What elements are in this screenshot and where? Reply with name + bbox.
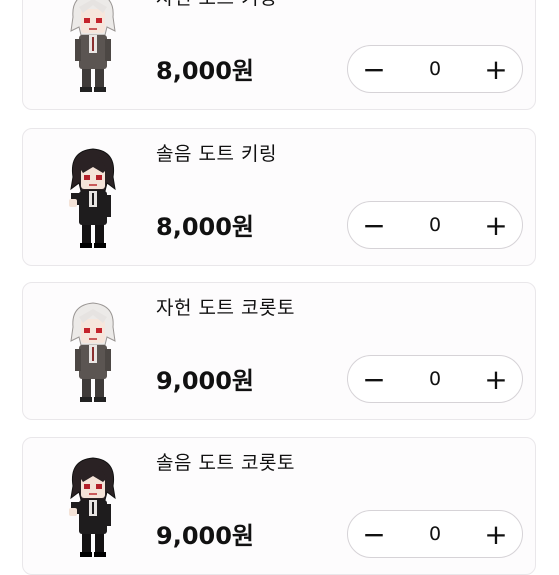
plus-icon: + xyxy=(484,52,508,86)
increase-button[interactable]: + xyxy=(472,356,520,402)
product-thumbnail-white-hair-character xyxy=(59,297,127,407)
plus-icon: + xyxy=(484,517,508,551)
minus-icon: − xyxy=(362,362,386,396)
product-card: 솔음 도트 코롯토 9,000원 − 0 + xyxy=(22,437,536,575)
quantity-stepper: − 0 + xyxy=(347,201,523,249)
increase-button[interactable]: + xyxy=(472,511,520,557)
product-card: 자헌 도트 코롯토 9,000원 − 0 + xyxy=(22,282,536,420)
quantity-stepper: − 0 + xyxy=(347,45,523,93)
product-thumbnail-black-hair-character xyxy=(59,143,127,253)
decrease-button[interactable]: − xyxy=(350,356,398,402)
product-thumbnail-white-hair-character xyxy=(59,0,127,97)
decrease-button[interactable]: − xyxy=(350,46,398,92)
product-name: 자헌 도트 키링 xyxy=(156,0,277,10)
product-price: 9,000원 xyxy=(156,522,254,550)
product-price: 8,000원 xyxy=(156,213,254,241)
product-name: 자헌 도트 코롯토 xyxy=(156,297,295,319)
plus-icon: + xyxy=(484,208,508,242)
increase-button[interactable]: + xyxy=(472,46,520,92)
quantity-value: 0 xyxy=(428,368,442,390)
product-price: 8,000원 xyxy=(156,57,254,85)
quantity-value: 0 xyxy=(428,523,442,545)
quantity-stepper: − 0 + xyxy=(347,355,523,403)
quantity-stepper: − 0 + xyxy=(347,510,523,558)
quantity-value: 0 xyxy=(428,214,442,236)
minus-icon: − xyxy=(362,208,386,242)
decrease-button[interactable]: − xyxy=(350,202,398,248)
quantity-value: 0 xyxy=(428,58,442,80)
product-thumbnail-black-hair-character xyxy=(59,452,127,562)
increase-button[interactable]: + xyxy=(472,202,520,248)
plus-icon: + xyxy=(484,362,508,396)
decrease-button[interactable]: − xyxy=(350,511,398,557)
product-card: 자헌 도트 키링 8,000원 − 0 + xyxy=(22,0,536,110)
product-name: 솔음 도트 코롯토 xyxy=(156,452,295,474)
product-list: 자헌 도트 키링 8,000원 − 0 + 솔음 도트 키링 8,000원 − … xyxy=(0,0,559,575)
product-price: 9,000원 xyxy=(156,367,254,395)
minus-icon: − xyxy=(362,517,386,551)
product-name: 솔음 도트 키링 xyxy=(156,143,277,165)
product-card: 솔음 도트 키링 8,000원 − 0 + xyxy=(22,128,536,266)
minus-icon: − xyxy=(362,52,386,86)
